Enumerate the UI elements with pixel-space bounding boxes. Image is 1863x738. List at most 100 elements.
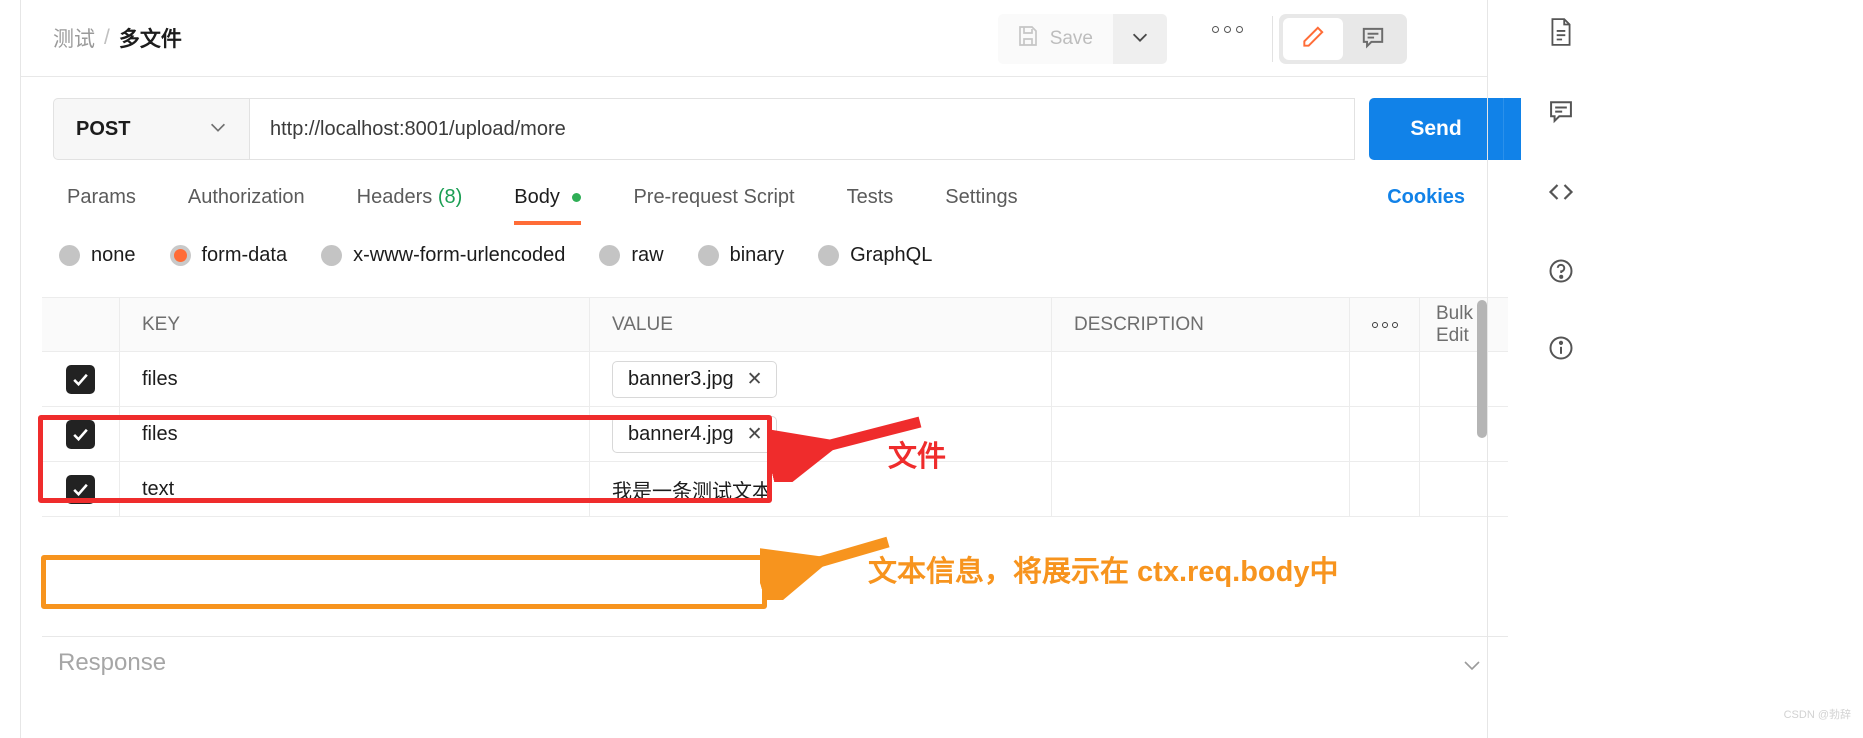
chevron-down-icon[interactable]: [1460, 653, 1484, 682]
sidebar-item-documentation[interactable]: [1543, 16, 1579, 52]
row-value-cell[interactable]: banner3.jpg ✕: [590, 352, 1052, 406]
breadcrumb-parent[interactable]: 测试: [53, 23, 95, 53]
table-scrollbar[interactable]: [1477, 300, 1487, 522]
tab-label: Body: [514, 186, 560, 208]
body-type-graphql[interactable]: GraphQL: [818, 244, 932, 267]
row-trailing-cell: [1420, 407, 1508, 461]
header-description-cell: DESCRIPTION: [1052, 298, 1350, 351]
file-name: banner3.jpg: [628, 367, 734, 390]
header-more-button[interactable]: [1212, 26, 1243, 33]
file-chip[interactable]: banner3.jpg ✕: [612, 360, 777, 398]
view-toggle-group: [1279, 14, 1407, 64]
body-type-raw[interactable]: raw: [599, 244, 664, 267]
tab-body[interactable]: Body: [488, 178, 607, 225]
row-trailing-cell: [1420, 352, 1508, 406]
tab-pre-request-script[interactable]: Pre-request Script: [607, 178, 820, 225]
row-key-cell[interactable]: text: [120, 462, 590, 516]
radio-label: form-data: [201, 244, 288, 266]
row-checkbox-cell[interactable]: [42, 352, 120, 406]
ellipsis-icon: [1371, 321, 1378, 328]
tab-authorization[interactable]: Authorization: [162, 178, 331, 225]
body-type-binary[interactable]: binary: [697, 244, 785, 267]
tab-headers[interactable]: Headers (8): [331, 178, 489, 225]
row-checkbox-cell[interactable]: [42, 462, 120, 516]
ellipsis-icon: [1236, 26, 1243, 33]
checkbox-checked-icon[interactable]: [66, 419, 95, 449]
tab-settings[interactable]: Settings: [919, 178, 1043, 225]
row-key-cell[interactable]: files: [120, 407, 590, 461]
files-annotation-label: 文件: [888, 441, 947, 473]
row-description-cell[interactable]: [1052, 352, 1350, 406]
save-button-label: Save: [1049, 28, 1093, 49]
radio-label: raw: [631, 244, 664, 266]
checkbox-checked-icon[interactable]: [66, 474, 95, 504]
sidebar-item-help[interactable]: [1543, 255, 1579, 291]
comment-mode-button[interactable]: [1343, 18, 1403, 60]
response-section[interactable]: Response: [42, 636, 1508, 688]
radio-icon: [697, 245, 719, 266]
table-scrollbar-thumb[interactable]: [1477, 300, 1487, 438]
checkbox-checked-icon[interactable]: [66, 364, 95, 394]
tab-tests[interactable]: Tests: [821, 178, 920, 225]
sidebar-item-code[interactable]: [1543, 176, 1579, 212]
bulk-edit-label: Bulk Edit: [1436, 302, 1473, 346]
method-label: POST: [76, 117, 131, 140]
url-text: http://localhost:8001/upload/more: [270, 117, 566, 140]
body-type-none[interactable]: none: [59, 244, 136, 267]
radio-label: binary: [729, 244, 785, 266]
send-button[interactable]: Send: [1369, 98, 1503, 160]
comment-icon: [1547, 97, 1575, 130]
sidebar-item-info[interactable]: [1543, 332, 1579, 368]
table-more-button[interactable]: [1350, 298, 1420, 351]
save-dropdown-button[interactable]: [1113, 14, 1167, 64]
chevron-down-icon: [207, 116, 229, 143]
document-icon: [1548, 17, 1574, 52]
ellipsis-icon: [1381, 321, 1388, 328]
file-chip[interactable]: banner4.jpg ✕: [612, 415, 777, 453]
edit-mode-button[interactable]: [1283, 18, 1343, 60]
close-icon[interactable]: ✕: [747, 368, 763, 391]
row-description-cell[interactable]: [1052, 407, 1350, 461]
tab-label: Params: [67, 186, 136, 208]
header-key-cell: KEY: [120, 298, 590, 351]
sidebar-item-comments[interactable]: [1543, 95, 1579, 131]
row-description-cell[interactable]: [1052, 462, 1350, 516]
cookies-link[interactable]: Cookies: [1387, 186, 1465, 209]
save-button[interactable]: Save: [997, 14, 1113, 64]
breadcrumb[interactable]: 测试 / 多文件: [53, 23, 182, 53]
breadcrumb-current: 多文件: [118, 28, 182, 51]
method-selector[interactable]: POST: [53, 98, 249, 160]
row-value-cell[interactable]: banner4.jpg ✕: [590, 407, 1052, 461]
column-header-key: KEY: [142, 313, 181, 335]
url-input[interactable]: http://localhost:8001/upload/more: [249, 98, 1355, 160]
row-key-cell[interactable]: files: [120, 352, 590, 406]
row-value-cell[interactable]: 我是一条测试文本: [590, 462, 1052, 516]
send-button-label: Send: [1410, 117, 1462, 140]
help-icon: [1547, 257, 1575, 290]
save-button-group[interactable]: Save: [997, 14, 1167, 64]
table-row[interactable]: files banner4.jpg ✕: [42, 407, 1508, 462]
radio-label: GraphQL: [850, 244, 933, 266]
body-type-form-data[interactable]: form-data: [169, 244, 288, 267]
request-tabs: Params Authorization Headers (8) Body Pr…: [53, 178, 1044, 225]
body-type-radio-group: none form-data x-www-form-urlencoded raw…: [59, 244, 966, 267]
tab-params[interactable]: Params: [53, 178, 162, 225]
close-icon[interactable]: ✕: [747, 423, 763, 446]
table-row[interactable]: text 我是一条测试文本: [42, 462, 1508, 517]
body-type-x-www-form-urlencoded[interactable]: x-www-form-urlencoded: [321, 244, 565, 267]
tab-label: Tests: [846, 186, 894, 208]
bulk-edit-button[interactable]: Bulk Edit: [1420, 298, 1508, 351]
header-divider: [1272, 16, 1273, 62]
row-more-cell: [1350, 352, 1420, 406]
table-header-row: KEY VALUE DESCRIPTION Bulk Edit: [42, 297, 1508, 352]
row-checkbox-cell[interactable]: [42, 407, 120, 461]
radio-label: x-www-form-urlencoded: [353, 244, 566, 266]
column-header-value: VALUE: [612, 313, 673, 335]
radio-selected-icon: [169, 245, 191, 266]
right-sidebar: [1521, 0, 1863, 738]
radio-icon: [321, 245, 343, 266]
tab-label: Headers: [356, 186, 433, 208]
table-row[interactable]: files banner3.jpg ✕: [42, 352, 1508, 407]
text-annotation-label: 文本信息，将展示在 ctx.req.body中: [868, 556, 1339, 588]
tab-label: Settings: [945, 186, 1018, 208]
